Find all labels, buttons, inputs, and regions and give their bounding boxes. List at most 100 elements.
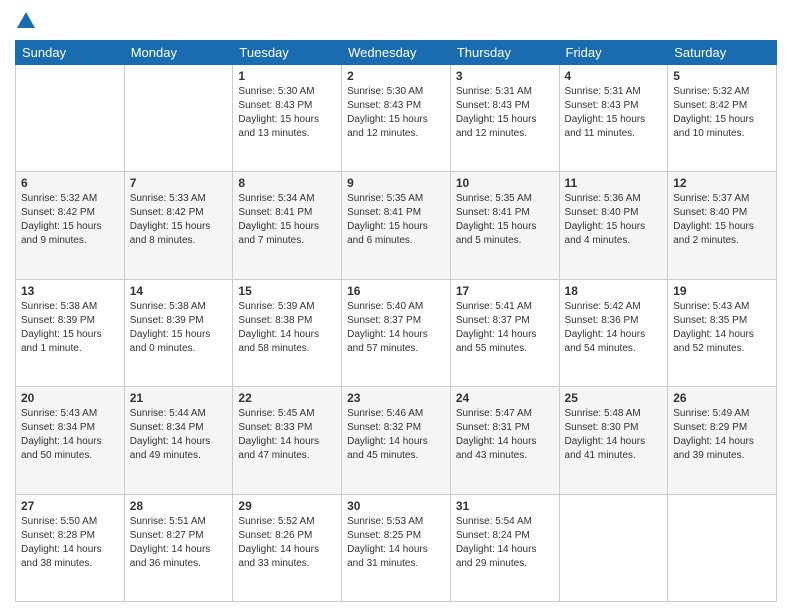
week-row-2: 6 Sunrise: 5:32 AM Sunset: 8:42 PM Dayli… [16,172,777,279]
calendar-cell: 9 Sunrise: 5:35 AM Sunset: 8:41 PM Dayli… [342,172,451,279]
calendar-cell [559,494,668,601]
day-info: Sunrise: 5:51 AM Sunset: 8:27 PM Dayligh… [130,515,228,571]
day-number: 29 [238,499,336,513]
calendar-cell: 29 Sunrise: 5:52 AM Sunset: 8:26 PM Dayl… [233,494,342,601]
week-row-3: 13 Sunrise: 5:38 AM Sunset: 8:39 PM Dayl… [16,279,777,386]
calendar-cell: 8 Sunrise: 5:34 AM Sunset: 8:41 PM Dayli… [233,172,342,279]
calendar-table: SundayMondayTuesdayWednesdayThursdayFrid… [15,40,777,602]
day-number: 17 [456,284,554,298]
day-number: 6 [21,176,119,190]
day-info: Sunrise: 5:37 AM Sunset: 8:40 PM Dayligh… [673,192,771,248]
calendar-cell: 31 Sunrise: 5:54 AM Sunset: 8:24 PM Dayl… [450,494,559,601]
calendar-cell: 15 Sunrise: 5:39 AM Sunset: 8:38 PM Dayl… [233,279,342,386]
calendar-cell: 20 Sunrise: 5:43 AM Sunset: 8:34 PM Dayl… [16,387,125,494]
calendar-cell: 2 Sunrise: 5:30 AM Sunset: 8:43 PM Dayli… [342,65,451,172]
day-number: 13 [21,284,119,298]
day-info: Sunrise: 5:39 AM Sunset: 8:38 PM Dayligh… [238,300,336,356]
day-number: 26 [673,391,771,405]
day-info: Sunrise: 5:50 AM Sunset: 8:28 PM Dayligh… [21,515,119,571]
logo [15,10,37,32]
calendar-cell [124,65,233,172]
calendar-cell: 14 Sunrise: 5:38 AM Sunset: 8:39 PM Dayl… [124,279,233,386]
day-info: Sunrise: 5:49 AM Sunset: 8:29 PM Dayligh… [673,407,771,463]
day-number: 5 [673,69,771,83]
day-number: 19 [673,284,771,298]
day-number: 30 [347,499,445,513]
day-info: Sunrise: 5:30 AM Sunset: 8:43 PM Dayligh… [347,85,445,141]
calendar-cell: 13 Sunrise: 5:38 AM Sunset: 8:39 PM Dayl… [16,279,125,386]
calendar-cell: 10 Sunrise: 5:35 AM Sunset: 8:41 PM Dayl… [450,172,559,279]
calendar-cell: 18 Sunrise: 5:42 AM Sunset: 8:36 PM Dayl… [559,279,668,386]
week-row-1: 1 Sunrise: 5:30 AM Sunset: 8:43 PM Dayli… [16,65,777,172]
day-number: 20 [21,391,119,405]
day-info: Sunrise: 5:44 AM Sunset: 8:34 PM Dayligh… [130,407,228,463]
day-info: Sunrise: 5:40 AM Sunset: 8:37 PM Dayligh… [347,300,445,356]
weekday-header-thursday: Thursday [450,41,559,65]
calendar-cell [668,494,777,601]
day-info: Sunrise: 5:43 AM Sunset: 8:35 PM Dayligh… [673,300,771,356]
day-number: 7 [130,176,228,190]
day-info: Sunrise: 5:45 AM Sunset: 8:33 PM Dayligh… [238,407,336,463]
day-number: 8 [238,176,336,190]
day-info: Sunrise: 5:47 AM Sunset: 8:31 PM Dayligh… [456,407,554,463]
day-number: 18 [565,284,663,298]
day-info: Sunrise: 5:35 AM Sunset: 8:41 PM Dayligh… [456,192,554,248]
calendar-cell: 4 Sunrise: 5:31 AM Sunset: 8:43 PM Dayli… [559,65,668,172]
day-number: 11 [565,176,663,190]
calendar-cell: 16 Sunrise: 5:40 AM Sunset: 8:37 PM Dayl… [342,279,451,386]
day-info: Sunrise: 5:42 AM Sunset: 8:36 PM Dayligh… [565,300,663,356]
day-info: Sunrise: 5:43 AM Sunset: 8:34 PM Dayligh… [21,407,119,463]
day-info: Sunrise: 5:48 AM Sunset: 8:30 PM Dayligh… [565,407,663,463]
day-info: Sunrise: 5:31 AM Sunset: 8:43 PM Dayligh… [456,85,554,141]
logo-icon [15,10,37,32]
day-number: 25 [565,391,663,405]
calendar-cell: 21 Sunrise: 5:44 AM Sunset: 8:34 PM Dayl… [124,387,233,494]
day-info: Sunrise: 5:54 AM Sunset: 8:24 PM Dayligh… [456,515,554,571]
day-info: Sunrise: 5:36 AM Sunset: 8:40 PM Dayligh… [565,192,663,248]
day-number: 15 [238,284,336,298]
day-number: 28 [130,499,228,513]
calendar-cell: 30 Sunrise: 5:53 AM Sunset: 8:25 PM Dayl… [342,494,451,601]
day-info: Sunrise: 5:41 AM Sunset: 8:37 PM Dayligh… [456,300,554,356]
weekday-header-saturday: Saturday [668,41,777,65]
calendar-cell: 26 Sunrise: 5:49 AM Sunset: 8:29 PM Dayl… [668,387,777,494]
day-number: 4 [565,69,663,83]
day-number: 21 [130,391,228,405]
day-number: 2 [347,69,445,83]
day-info: Sunrise: 5:52 AM Sunset: 8:26 PM Dayligh… [238,515,336,571]
day-info: Sunrise: 5:53 AM Sunset: 8:25 PM Dayligh… [347,515,445,571]
day-number: 9 [347,176,445,190]
day-info: Sunrise: 5:46 AM Sunset: 8:32 PM Dayligh… [347,407,445,463]
weekday-header-row: SundayMondayTuesdayWednesdayThursdayFrid… [16,41,777,65]
day-number: 23 [347,391,445,405]
week-row-5: 27 Sunrise: 5:50 AM Sunset: 8:28 PM Dayl… [16,494,777,601]
day-info: Sunrise: 5:33 AM Sunset: 8:42 PM Dayligh… [130,192,228,248]
day-info: Sunrise: 5:38 AM Sunset: 8:39 PM Dayligh… [21,300,119,356]
day-info: Sunrise: 5:31 AM Sunset: 8:43 PM Dayligh… [565,85,663,141]
day-info: Sunrise: 5:34 AM Sunset: 8:41 PM Dayligh… [238,192,336,248]
weekday-header-tuesday: Tuesday [233,41,342,65]
header [15,10,777,32]
day-number: 16 [347,284,445,298]
day-number: 3 [456,69,554,83]
day-info: Sunrise: 5:32 AM Sunset: 8:42 PM Dayligh… [21,192,119,248]
weekday-header-wednesday: Wednesday [342,41,451,65]
calendar-cell: 25 Sunrise: 5:48 AM Sunset: 8:30 PM Dayl… [559,387,668,494]
day-number: 12 [673,176,771,190]
calendar-cell: 22 Sunrise: 5:45 AM Sunset: 8:33 PM Dayl… [233,387,342,494]
weekday-header-monday: Monday [124,41,233,65]
day-number: 1 [238,69,336,83]
day-info: Sunrise: 5:35 AM Sunset: 8:41 PM Dayligh… [347,192,445,248]
calendar-cell: 3 Sunrise: 5:31 AM Sunset: 8:43 PM Dayli… [450,65,559,172]
calendar-cell: 11 Sunrise: 5:36 AM Sunset: 8:40 PM Dayl… [559,172,668,279]
weekday-header-friday: Friday [559,41,668,65]
day-number: 10 [456,176,554,190]
day-number: 31 [456,499,554,513]
calendar-cell [16,65,125,172]
week-row-4: 20 Sunrise: 5:43 AM Sunset: 8:34 PM Dayl… [16,387,777,494]
calendar-cell: 7 Sunrise: 5:33 AM Sunset: 8:42 PM Dayli… [124,172,233,279]
calendar-cell: 17 Sunrise: 5:41 AM Sunset: 8:37 PM Dayl… [450,279,559,386]
day-info: Sunrise: 5:30 AM Sunset: 8:43 PM Dayligh… [238,85,336,141]
calendar-cell: 28 Sunrise: 5:51 AM Sunset: 8:27 PM Dayl… [124,494,233,601]
calendar-cell: 19 Sunrise: 5:43 AM Sunset: 8:35 PM Dayl… [668,279,777,386]
